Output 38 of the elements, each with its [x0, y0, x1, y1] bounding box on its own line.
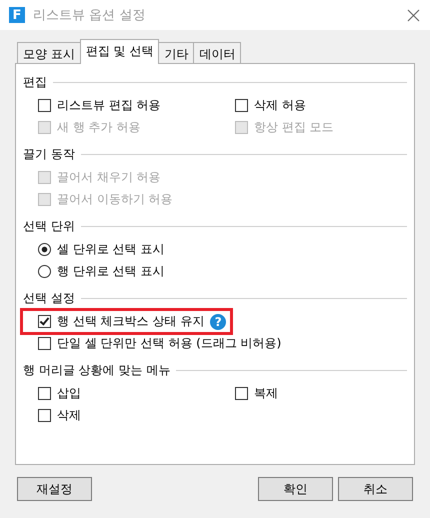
radio-button[interactable]: [38, 265, 51, 278]
ok-button[interactable]: 확인: [258, 477, 333, 501]
close-icon[interactable]: [407, 8, 420, 22]
option-label: 항상 편집 모드: [254, 119, 334, 136]
tab[interactable]: 모양 표시: [17, 42, 81, 63]
option-label: 행 단위로 선택 표시: [57, 263, 164, 280]
checkbox[interactable]: [38, 315, 51, 328]
radio-button[interactable]: [38, 243, 51, 256]
option-label: 삭제: [57, 407, 81, 424]
checkbox[interactable]: [235, 387, 248, 400]
section-title: 선택 설정: [23, 290, 75, 306]
app-logo: F: [9, 7, 25, 23]
option-label: 끌어서 채우기 허용: [57, 169, 161, 186]
option-label: 삭제 허용: [254, 97, 306, 114]
section-title: 행 머리글 상황에 맞는 메뉴: [23, 362, 170, 378]
window-title: 리스트뷰 옵션 설정: [33, 7, 146, 24]
cancel-button[interactable]: 취소: [338, 477, 413, 501]
tab[interactable]: 데이터: [193, 42, 242, 63]
section-title: 편집: [23, 74, 47, 90]
option-label: 리스트뷰 편집 허용: [57, 97, 161, 114]
option-label: 행 선택 체크박스 상태 유지: [57, 313, 204, 330]
checkbox[interactable]: [38, 387, 51, 400]
option-label: 셀 단위로 선택 표시: [57, 241, 164, 258]
checkbox[interactable]: [38, 337, 51, 350]
tab[interactable]: 기타: [158, 42, 194, 63]
option-label: 삽입: [57, 385, 81, 402]
checkbox[interactable]: [38, 99, 51, 112]
section-title: 끌기 동작: [23, 146, 75, 162]
section-title: 선택 단위: [23, 218, 75, 234]
option-label: 새 행 추가 허용: [57, 119, 140, 136]
option-label: 단일 셀 단위만 선택 허용 (드래그 비허용): [57, 335, 282, 352]
checkbox[interactable]: [38, 409, 51, 422]
help-icon[interactable]: ?: [210, 314, 226, 330]
tab[interactable]: 편집 및 선택: [80, 39, 160, 64]
reset-button[interactable]: 재설정: [17, 477, 92, 501]
option-label: 끌어서 이동하기 허용: [57, 191, 173, 208]
option-label: 복제: [254, 385, 278, 402]
checkbox[interactable]: [235, 99, 248, 112]
